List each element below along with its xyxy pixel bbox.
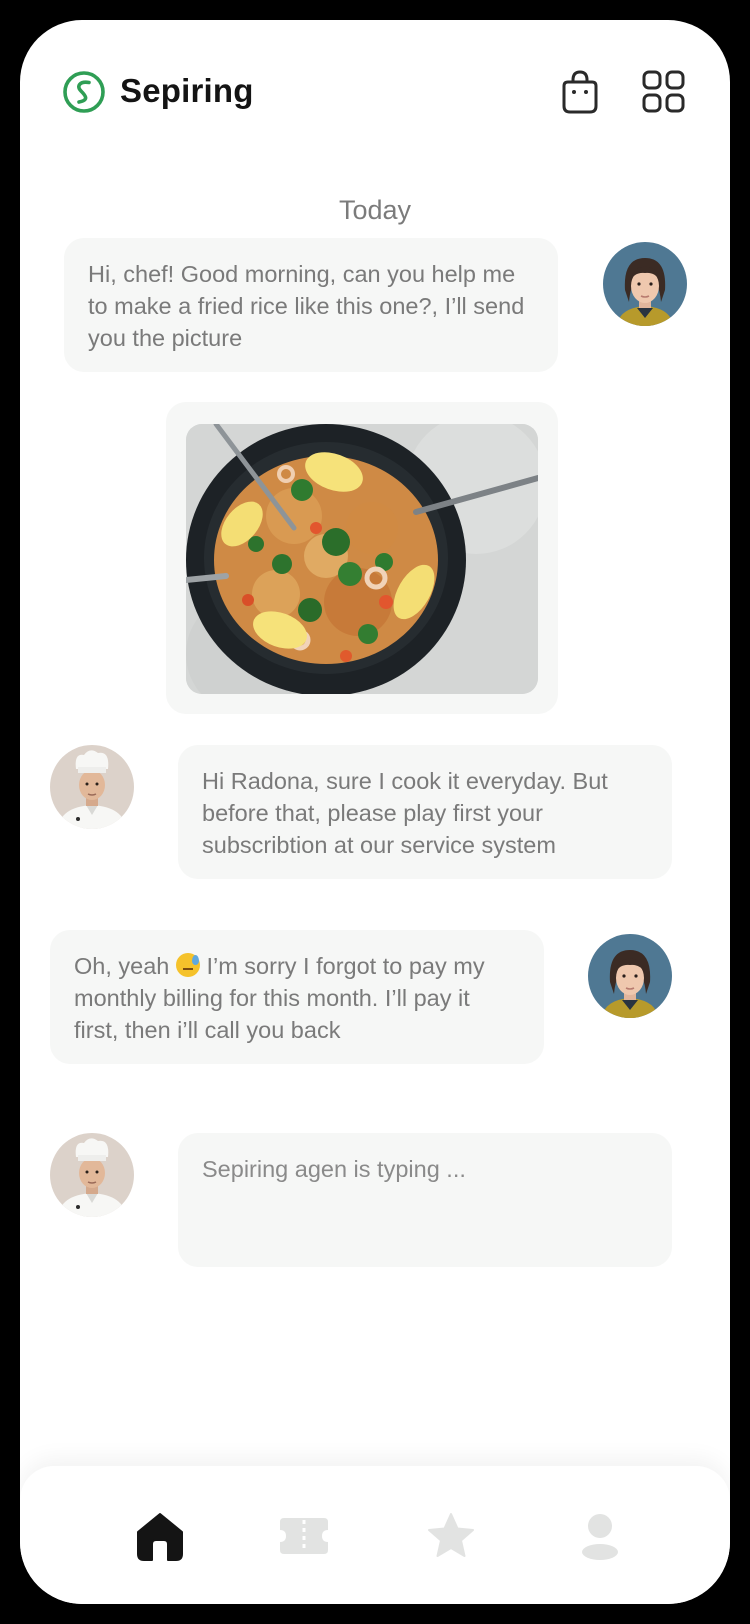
chef-avatar[interactable] [50,745,134,829]
shopping-bag-icon [562,70,598,114]
message-bubble-user: Hi, chef! Good morning, can you help me … [64,238,558,372]
sweat-face-emoji-icon [175,953,200,977]
image-message[interactable] [166,402,558,714]
app-header: Sepiring [20,20,730,160]
chef-portrait [50,745,134,829]
fried-rice-image [186,424,538,694]
woman-portrait [588,934,672,1018]
message-bubble-user: Oh, yeah I’m sorry I forgot to pay my mo… [50,930,544,1064]
bottom-navigation [20,1466,730,1604]
date-separator: Today [338,195,412,225]
menu-grid-button[interactable] [640,68,688,116]
nav-favorites-button[interactable] [425,1510,477,1562]
nav-profile-button[interactable] [574,1510,626,1562]
woman-portrait [603,242,687,326]
nav-home-button[interactable] [134,1510,186,1562]
nav-ticket-button[interactable] [278,1510,330,1562]
star-icon [428,1513,474,1557]
grid-menu-icon [642,70,685,113]
typing-indicator-text: Sepiring agen is typing ... [202,1156,466,1182]
message-text: Hi Radona, sure I cook it everyday. But … [202,768,608,858]
brand-name: Sepiring [120,72,254,109]
chef-avatar[interactable] [50,1133,134,1217]
cart-button[interactable] [556,68,604,116]
message-bubble-chef: Hi Radona, sure I cook it everyday. But … [178,745,672,879]
message-text-start: Oh, yeah [74,953,170,979]
phone-screen: Sepiring Today Hi, chef! Good morning, c… [20,20,730,1604]
ticket-icon [280,1518,328,1554]
home-icon [137,1513,183,1561]
user-avatar[interactable] [603,242,687,326]
chef-portrait [50,1133,134,1217]
typing-indicator-bubble: Sepiring agen is typing ... [178,1133,672,1267]
message-text: Hi, chef! Good morning, can you help me … [88,261,525,351]
fried-rice-photo[interactable] [186,424,538,694]
profile-icon [582,1514,618,1560]
sepiring-logo-icon [63,71,105,113]
user-avatar[interactable] [588,934,672,1018]
